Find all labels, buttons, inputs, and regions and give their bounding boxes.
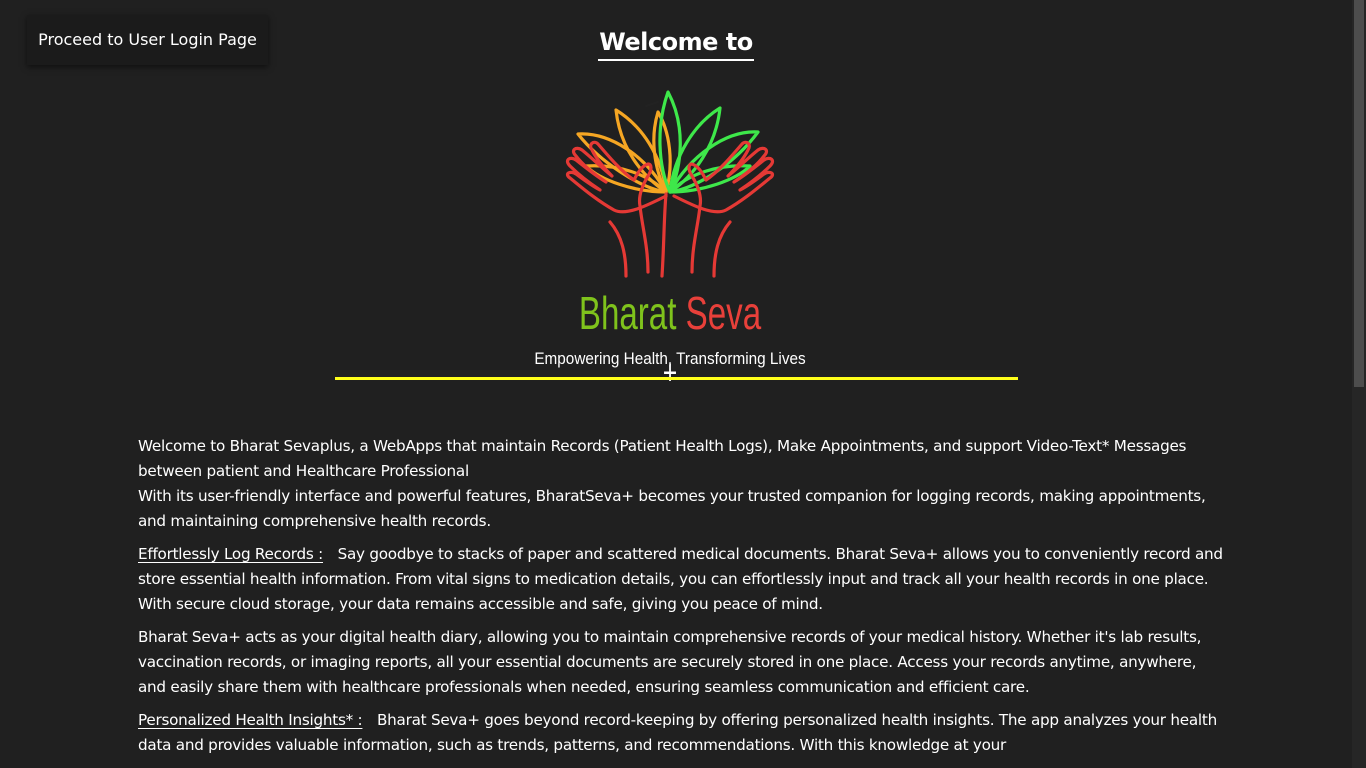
intro-paragraph: Welcome to Bharat Sevaplus, a WebApps th… <box>138 434 1223 534</box>
vertical-scrollbar[interactable] <box>1352 0 1366 768</box>
welcome-heading: Welcome to <box>0 20 1352 61</box>
lotus-bud <box>645 101 659 107</box>
section-health-insights-heading: Personalized Health Insights* : <box>138 711 363 729</box>
section-health-diary-text: Bharat Seva+ acts as your digital health… <box>138 628 1202 696</box>
intro-line-1: Welcome to Bharat Sevaplus, a WebApps th… <box>138 437 1187 480</box>
left-hand <box>565 140 668 278</box>
section-log-records: Effortlessly Log Records : Say goodbye t… <box>138 542 1223 617</box>
section-health-insights: Personalized Health Insights* : Bharat S… <box>138 708 1223 758</box>
brand-tagline: Empowering Health, Transforming Lives <box>534 349 806 368</box>
center-stem <box>660 192 668 278</box>
section-log-records-heading: Effortlessly Log Records : <box>138 545 323 563</box>
intro-line-2: With its user-friendly interface and pow… <box>138 487 1206 530</box>
header-divider <box>335 377 1018 380</box>
right-hand <box>672 140 775 278</box>
section-health-diary: Bharat Seva+ acts as your digital health… <box>138 625 1223 700</box>
brand-name-bharat: Bharat <box>578 287 677 339</box>
landing-page: Proceed to User Login Page Welcome to Bh… <box>0 0 1366 768</box>
welcome-title-text: Welcome to <box>598 25 754 61</box>
brand-name-seva: Seva <box>685 287 762 339</box>
main-content: Welcome to Bharat Sevaplus, a WebApps th… <box>138 434 1223 766</box>
brand-name: Bharat Seva + <box>569 283 771 404</box>
scrollbar-thumb[interactable] <box>1354 0 1364 387</box>
